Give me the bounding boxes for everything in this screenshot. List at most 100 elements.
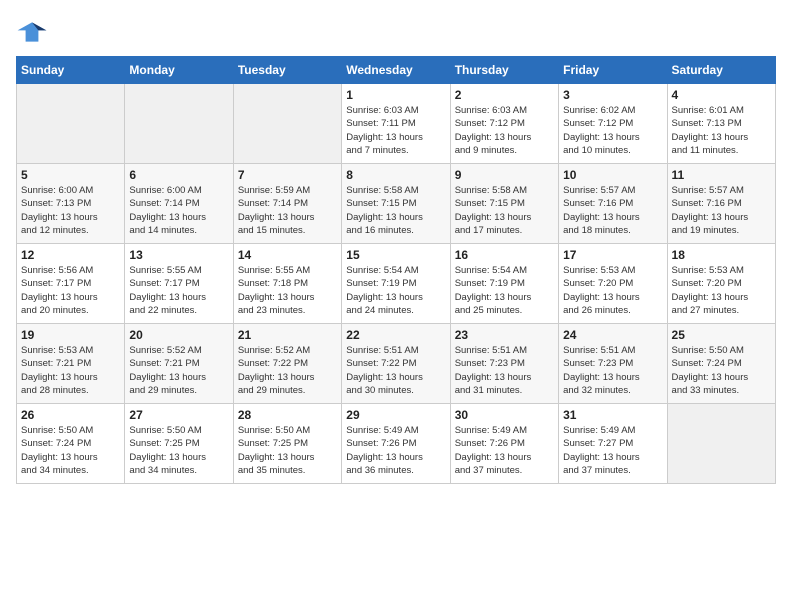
column-header-tuesday: Tuesday xyxy=(233,57,341,84)
day-number: 25 xyxy=(672,328,771,342)
calendar-cell xyxy=(233,84,341,164)
calendar-cell: 26 Sunrise: 5:50 AM Sunset: 7:24 PM Dayli… xyxy=(17,404,125,484)
day-number: 7 xyxy=(238,168,337,182)
day-info: Sunrise: 5:50 AM Sunset: 7:25 PM Dayligh… xyxy=(129,424,228,477)
logo xyxy=(16,16,52,48)
calendar-cell: 2 Sunrise: 6:03 AM Sunset: 7:12 PM Daylig… xyxy=(450,84,558,164)
day-number: 6 xyxy=(129,168,228,182)
day-info: Sunrise: 5:58 AM Sunset: 7:15 PM Dayligh… xyxy=(346,184,445,237)
day-number: 3 xyxy=(563,88,662,102)
calendar-cell: 21 Sunrise: 5:52 AM Sunset: 7:22 PM Dayli… xyxy=(233,324,341,404)
calendar-cell: 30Sunrise: 5:49 AM Sunset: 7:26 PM Dayli… xyxy=(450,404,558,484)
calendar-table: SundayMondayTuesdayWednesdayThursdayFrid… xyxy=(16,56,776,484)
calendar-cell: 6 Sunrise: 6:00 AM Sunset: 7:14 PM Daylig… xyxy=(125,164,233,244)
day-number: 5 xyxy=(21,168,120,182)
calendar-cell: 31 Sunrise: 5:49 AM Sunset: 7:27 PM Dayli… xyxy=(559,404,667,484)
day-info: Sunrise: 5:51 AM Sunset: 7:23 PM Dayligh… xyxy=(563,344,662,397)
day-info: Sunrise: 5:50 AM Sunset: 7:25 PM Dayligh… xyxy=(238,424,337,477)
day-info: Sunrise: 6:03 AM Sunset: 7:12 PM Dayligh… xyxy=(455,104,554,157)
calendar-week-row: 26 Sunrise: 5:50 AM Sunset: 7:24 PM Dayli… xyxy=(17,404,776,484)
calendar-cell: 20Sunrise: 5:52 AM Sunset: 7:21 PM Dayli… xyxy=(125,324,233,404)
day-info: Sunrise: 5:59 AM Sunset: 7:14 PM Dayligh… xyxy=(238,184,337,237)
day-number: 2 xyxy=(455,88,554,102)
calendar-cell xyxy=(17,84,125,164)
day-info: Sunrise: 5:52 AM Sunset: 7:22 PM Dayligh… xyxy=(238,344,337,397)
column-header-sunday: Sunday xyxy=(17,57,125,84)
day-info: Sunrise: 5:49 AM Sunset: 7:26 PM Dayligh… xyxy=(346,424,445,477)
day-number: 10 xyxy=(563,168,662,182)
day-number: 8 xyxy=(346,168,445,182)
day-number: 18 xyxy=(672,248,771,262)
day-info: Sunrise: 6:00 AM Sunset: 7:13 PM Dayligh… xyxy=(21,184,120,237)
day-number: 16 xyxy=(455,248,554,262)
calendar-cell: 3Sunrise: 6:02 AM Sunset: 7:12 PM Daylig… xyxy=(559,84,667,164)
day-info: Sunrise: 5:51 AM Sunset: 7:23 PM Dayligh… xyxy=(455,344,554,397)
day-number: 23 xyxy=(455,328,554,342)
calendar-cell xyxy=(667,404,775,484)
calendar-cell: 17 Sunrise: 5:53 AM Sunset: 7:20 PM Dayli… xyxy=(559,244,667,324)
calendar-cell: 28 Sunrise: 5:50 AM Sunset: 7:25 PM Dayli… xyxy=(233,404,341,484)
day-info: Sunrise: 5:58 AM Sunset: 7:15 PM Dayligh… xyxy=(455,184,554,237)
day-info: Sunrise: 5:50 AM Sunset: 7:24 PM Dayligh… xyxy=(672,344,771,397)
day-number: 17 xyxy=(563,248,662,262)
calendar-cell: 13Sunrise: 5:55 AM Sunset: 7:17 PM Dayli… xyxy=(125,244,233,324)
calendar-cell: 4Sunrise: 6:01 AM Sunset: 7:13 PM Daylig… xyxy=(667,84,775,164)
calendar-cell: 23 Sunrise: 5:51 AM Sunset: 7:23 PM Dayli… xyxy=(450,324,558,404)
day-number: 9 xyxy=(455,168,554,182)
column-header-wednesday: Wednesday xyxy=(342,57,450,84)
column-header-monday: Monday xyxy=(125,57,233,84)
day-number: 12 xyxy=(21,248,120,262)
day-info: Sunrise: 5:55 AM Sunset: 7:18 PM Dayligh… xyxy=(238,264,337,317)
calendar-cell: 7 Sunrise: 5:59 AM Sunset: 7:14 PM Daylig… xyxy=(233,164,341,244)
day-info: Sunrise: 5:52 AM Sunset: 7:21 PM Dayligh… xyxy=(129,344,228,397)
day-number: 1 xyxy=(346,88,445,102)
header xyxy=(16,16,776,48)
calendar-cell: 8 Sunrise: 5:58 AM Sunset: 7:15 PM Daylig… xyxy=(342,164,450,244)
day-info: Sunrise: 5:49 AM Sunset: 7:26 PM Dayligh… xyxy=(455,424,554,477)
day-info: Sunrise: 6:03 AM Sunset: 7:11 PM Dayligh… xyxy=(346,104,445,157)
calendar-cell: 11Sunrise: 5:57 AM Sunset: 7:16 PM Dayli… xyxy=(667,164,775,244)
calendar-cell: 15 Sunrise: 5:54 AM Sunset: 7:19 PM Dayli… xyxy=(342,244,450,324)
calendar-cell: 12 Sunrise: 5:56 AM Sunset: 7:17 PM Dayli… xyxy=(17,244,125,324)
day-number: 28 xyxy=(238,408,337,422)
logo-icon xyxy=(16,16,48,48)
day-info: Sunrise: 5:57 AM Sunset: 7:16 PM Dayligh… xyxy=(672,184,771,237)
day-info: Sunrise: 5:53 AM Sunset: 7:20 PM Dayligh… xyxy=(672,264,771,317)
day-info: Sunrise: 5:54 AM Sunset: 7:19 PM Dayligh… xyxy=(346,264,445,317)
calendar-cell: 16 Sunrise: 5:54 AM Sunset: 7:19 PM Dayli… xyxy=(450,244,558,324)
calendar-cell: 25 Sunrise: 5:50 AM Sunset: 7:24 PM Dayli… xyxy=(667,324,775,404)
day-number: 31 xyxy=(563,408,662,422)
calendar-cell: 29 Sunrise: 5:49 AM Sunset: 7:26 PM Dayli… xyxy=(342,404,450,484)
calendar-cell: 10Sunrise: 5:57 AM Sunset: 7:16 PM Dayli… xyxy=(559,164,667,244)
calendar-cell: 19 Sunrise: 5:53 AM Sunset: 7:21 PM Dayli… xyxy=(17,324,125,404)
day-number: 24 xyxy=(563,328,662,342)
day-number: 21 xyxy=(238,328,337,342)
calendar-cell: 5 Sunrise: 6:00 AM Sunset: 7:13 PM Daylig… xyxy=(17,164,125,244)
day-number: 15 xyxy=(346,248,445,262)
day-info: Sunrise: 5:51 AM Sunset: 7:22 PM Dayligh… xyxy=(346,344,445,397)
calendar-cell: 24 Sunrise: 5:51 AM Sunset: 7:23 PM Dayli… xyxy=(559,324,667,404)
day-info: Sunrise: 5:53 AM Sunset: 7:21 PM Dayligh… xyxy=(21,344,120,397)
day-info: Sunrise: 5:54 AM Sunset: 7:19 PM Dayligh… xyxy=(455,264,554,317)
calendar-week-row: 5 Sunrise: 6:00 AM Sunset: 7:13 PM Daylig… xyxy=(17,164,776,244)
calendar-week-row: 12 Sunrise: 5:56 AM Sunset: 7:17 PM Dayli… xyxy=(17,244,776,324)
day-number: 14 xyxy=(238,248,337,262)
calendar-cell: 18 Sunrise: 5:53 AM Sunset: 7:20 PM Dayli… xyxy=(667,244,775,324)
day-info: Sunrise: 6:00 AM Sunset: 7:14 PM Dayligh… xyxy=(129,184,228,237)
day-info: Sunrise: 5:49 AM Sunset: 7:27 PM Dayligh… xyxy=(563,424,662,477)
calendar-cell: 22 Sunrise: 5:51 AM Sunset: 7:22 PM Dayli… xyxy=(342,324,450,404)
day-number: 22 xyxy=(346,328,445,342)
calendar-cell: 9 Sunrise: 5:58 AM Sunset: 7:15 PM Daylig… xyxy=(450,164,558,244)
day-info: Sunrise: 5:56 AM Sunset: 7:17 PM Dayligh… xyxy=(21,264,120,317)
day-number: 27 xyxy=(129,408,228,422)
day-info: Sunrise: 5:53 AM Sunset: 7:20 PM Dayligh… xyxy=(563,264,662,317)
column-header-friday: Friday xyxy=(559,57,667,84)
day-info: Sunrise: 5:50 AM Sunset: 7:24 PM Dayligh… xyxy=(21,424,120,477)
calendar-week-row: 1 Sunrise: 6:03 AM Sunset: 7:11 PM Daylig… xyxy=(17,84,776,164)
day-number: 26 xyxy=(21,408,120,422)
column-header-thursday: Thursday xyxy=(450,57,558,84)
day-number: 19 xyxy=(21,328,120,342)
calendar-cell: 14 Sunrise: 5:55 AM Sunset: 7:18 PM Dayli… xyxy=(233,244,341,324)
day-number: 29 xyxy=(346,408,445,422)
calendar-cell: 1 Sunrise: 6:03 AM Sunset: 7:11 PM Daylig… xyxy=(342,84,450,164)
